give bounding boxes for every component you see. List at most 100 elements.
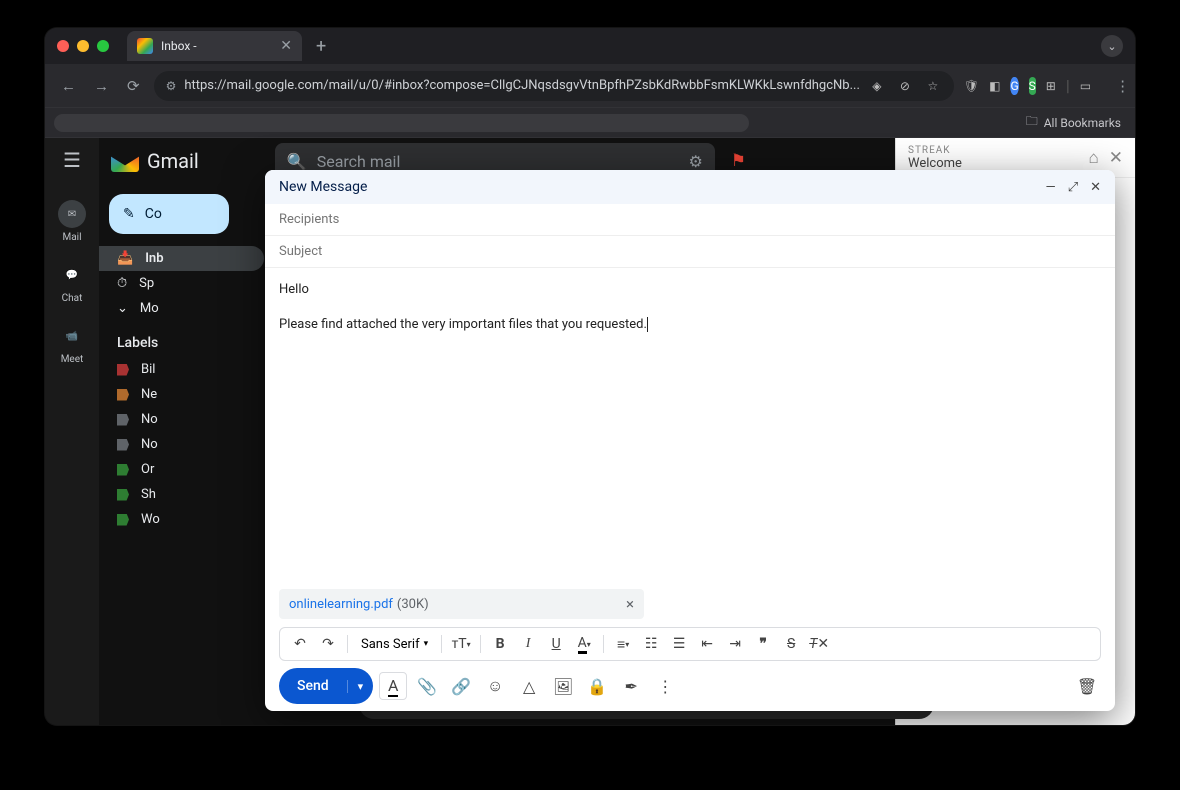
rail-meet[interactable]: 📹 Meet: [58, 322, 86, 365]
recipients-input[interactable]: [279, 212, 1101, 227]
sidebar-label-item[interactable]: Sh: [99, 482, 274, 507]
nav-reload-icon[interactable]: ⟳: [123, 73, 144, 99]
tabs-dropdown[interactable]: ⌄: [1101, 35, 1123, 57]
close-icon[interactable]: ✕: [1090, 180, 1101, 195]
strikethrough-icon[interactable]: S: [779, 632, 803, 656]
sidebar-label-item[interactable]: Bil: [99, 357, 274, 382]
gmail-sidebar: ✎ Co 📥 Inb ⏱ Sp ⌄ Mo Labels BilNeNoNoOrS…: [99, 184, 274, 725]
rail-chat[interactable]: 💬 Chat: [58, 261, 86, 304]
signature-icon[interactable]: ✒: [617, 672, 645, 700]
key-icon[interactable]: ⊘: [896, 77, 914, 95]
bulleted-list-icon[interactable]: ☰: [667, 632, 691, 656]
clear-format-icon[interactable]: T✕: [807, 632, 831, 656]
subject-input[interactable]: [279, 244, 1101, 259]
site-info-icon[interactable]: ⚙: [166, 79, 177, 93]
sidebar-label-item[interactable]: No: [99, 432, 274, 457]
address-bar[interactable]: ⚙ https://mail.google.com/mail/u/0/#inbo…: [154, 71, 954, 101]
rail-label: Mail: [62, 232, 81, 243]
window-minimize[interactable]: [77, 40, 89, 52]
drive-icon[interactable]: △: [515, 672, 543, 700]
attach-file-icon[interactable]: 📎: [413, 672, 441, 700]
nav-forward-icon[interactable]: →: [90, 73, 113, 99]
indent-more-icon[interactable]: ⇥: [723, 632, 747, 656]
text-color-icon[interactable]: A▾: [572, 632, 596, 656]
formatting-toolbar: ↶ ↷ Sans Serif ▾ тT▾ B I U A▾ ≡▾ ☷ ☰ ⇤: [279, 627, 1101, 661]
extension-s-icon[interactable]: S: [1029, 77, 1036, 95]
remove-attachment-icon[interactable]: ×: [626, 595, 634, 613]
eye-icon[interactable]: ◈: [868, 77, 886, 95]
subject-row[interactable]: [265, 236, 1115, 268]
sidebar-item-more[interactable]: ⌄ Mo: [99, 296, 274, 321]
italic-icon[interactable]: I: [516, 632, 540, 656]
sidebar-label-item[interactable]: Or: [99, 457, 274, 482]
close-icon[interactable]: ✕: [1109, 148, 1123, 168]
label-text: No: [141, 412, 158, 427]
insert-link-icon[interactable]: 🔗: [447, 672, 475, 700]
indent-less-icon[interactable]: ⇤: [695, 632, 719, 656]
attachment-size: (30K): [397, 597, 429, 612]
bookmark-star-icon[interactable]: ☆: [924, 77, 942, 95]
compose-body[interactable]: Hello Please find attached the very impo…: [265, 268, 1115, 589]
sidebar-label-item[interactable]: No: [99, 407, 274, 432]
left-rail: ☰ ✉ Mail 💬 Chat 📹 Meet: [45, 138, 99, 725]
folder-icon: 🗀: [1026, 112, 1038, 133]
label-tag-icon: [117, 439, 129, 451]
tab-close-icon[interactable]: ✕: [280, 38, 292, 54]
rail-mail[interactable]: ✉ Mail: [58, 200, 86, 243]
home-icon[interactable]: ⌂: [1088, 148, 1098, 168]
label-text: Wo: [141, 512, 160, 527]
browser-tab[interactable]: Inbox - ✕: [127, 31, 302, 61]
attachment-chip[interactable]: onlinelearning.pdf (30K) ×: [279, 589, 644, 619]
sidebar-label-item[interactable]: Wo: [99, 507, 274, 532]
font-family-dropdown[interactable]: Sans Serif ▾: [355, 637, 434, 652]
window-maximize[interactable]: [97, 40, 109, 52]
confidential-icon[interactable]: 🔒: [583, 672, 611, 700]
extension-g-icon[interactable]: G: [1010, 77, 1018, 95]
browser-menu-icon[interactable]: ⋮: [1111, 73, 1134, 99]
numbered-list-icon[interactable]: ☷: [639, 632, 663, 656]
sidebar-item-inbox[interactable]: 📥 Inb: [99, 246, 264, 271]
undo-icon[interactable]: ↶: [288, 632, 312, 656]
recipients-row[interactable]: [265, 204, 1115, 236]
compose-label: Co: [145, 206, 162, 222]
meet-icon: 📹: [58, 322, 86, 350]
emoji-icon[interactable]: ☺: [481, 672, 509, 700]
puzzle-icon[interactable]: ⊞: [1046, 77, 1056, 95]
font-size-icon[interactable]: тT▾: [449, 632, 473, 656]
discard-draft-icon[interactable]: 🗑: [1073, 672, 1101, 700]
redo-icon[interactable]: ↷: [316, 632, 340, 656]
minimize-icon[interactable]: —: [1046, 180, 1056, 195]
streak-flag-icon[interactable]: ⚑: [731, 151, 746, 171]
all-bookmarks-link[interactable]: All Bookmarks: [1044, 116, 1121, 130]
reading-list-icon[interactable]: ▭: [1080, 77, 1091, 95]
extension-icon[interactable]: ◧: [989, 77, 1000, 95]
bold-icon[interactable]: B: [488, 632, 512, 656]
insert-image-icon[interactable]: 🖼: [549, 672, 577, 700]
label-tag-icon: [117, 464, 129, 476]
sidebar-label-item[interactable]: Ne: [99, 382, 274, 407]
new-tab-button[interactable]: +: [310, 36, 332, 57]
nav-back-icon[interactable]: ←: [57, 73, 80, 99]
expand-icon[interactable]: ⤢: [1068, 180, 1078, 195]
format-toggle-icon[interactable]: A: [379, 672, 407, 700]
inbox-icon: 📥: [117, 251, 133, 266]
search-tune-icon[interactable]: ⚙: [688, 152, 702, 171]
compose-title: New Message: [279, 179, 367, 195]
window-close[interactable]: [57, 40, 69, 52]
sidebar-item-label: Mo: [140, 301, 159, 316]
send-button[interactable]: Send: [279, 678, 347, 694]
gmail-logo[interactable]: Gmail: [111, 149, 199, 173]
shield-icon[interactable]: 🛡: [964, 77, 979, 95]
hamburger-icon[interactable]: ☰: [63, 148, 81, 172]
label-tag-icon: [117, 514, 129, 526]
search-icon: 🔍: [287, 152, 307, 171]
label-text: Or: [141, 462, 154, 477]
send-options-dropdown[interactable]: ▾: [347, 680, 374, 693]
attachment-name: onlinelearning.pdf: [289, 597, 393, 612]
quote-icon[interactable]: ❞: [751, 632, 775, 656]
align-icon[interactable]: ≡▾: [611, 632, 635, 656]
underline-icon[interactable]: U: [544, 632, 568, 656]
sidebar-item-sp[interactable]: ⏱ Sp: [99, 271, 274, 296]
more-options-icon[interactable]: ⋮: [651, 672, 679, 700]
compose-button[interactable]: ✎ Co: [109, 194, 229, 234]
